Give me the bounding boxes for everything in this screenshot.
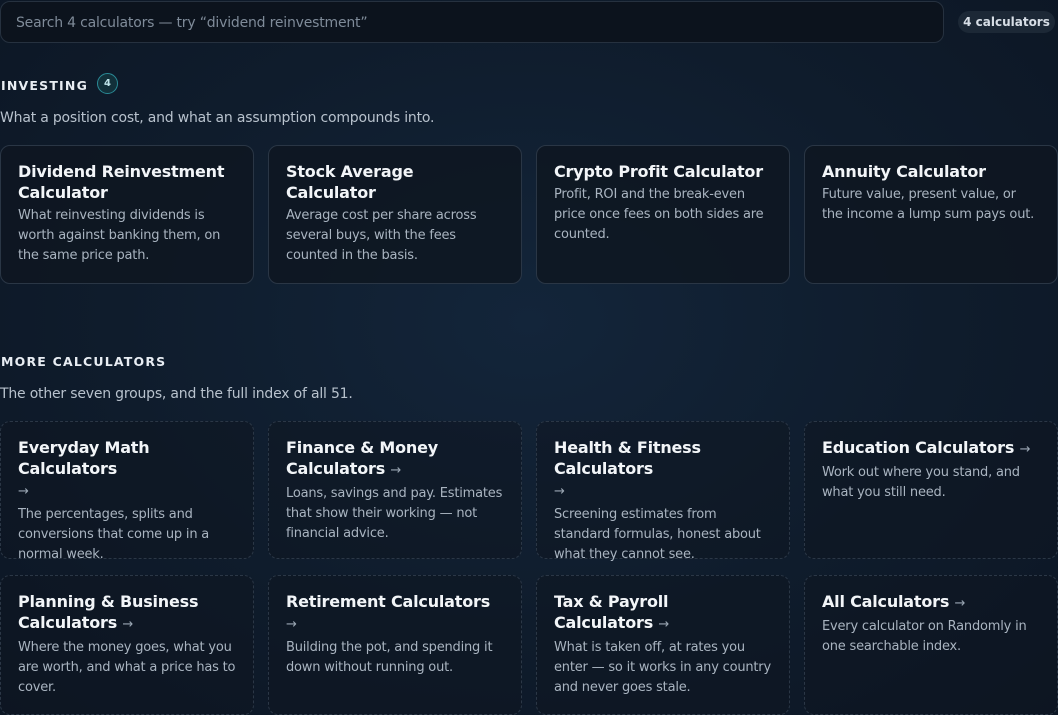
calculator-card-dividend-reinvestment[interactable]: Dividend Reinvestment Calculator What re…: [0, 145, 254, 284]
calculator-card-stock-average[interactable]: Stock Average Calculator Average cost pe…: [268, 145, 522, 284]
card-description: Loans, savings and pay. Estimates that s…: [286, 486, 503, 541]
arrow-right-icon: →: [390, 463, 402, 478]
card-description: Every calculator on Randomly in one sear…: [822, 619, 1027, 654]
card-description: What is taken off, at rates you enter — …: [554, 640, 771, 695]
card-title: Planning & Business Calculators →: [18, 592, 199, 632]
group-card-education[interactable]: Education Calculators → Work out where y…: [804, 421, 1058, 559]
card-description: Where the money goes, what you are worth…: [18, 640, 236, 695]
group-card-health-fitness[interactable]: Health & Fitness Calculators → Screening …: [536, 421, 790, 562]
arrow-right-icon: →: [554, 484, 565, 499]
card-description: Work out where you stand, and what you s…: [822, 465, 1020, 500]
card-title: Tax & Payroll Calculators →: [554, 592, 670, 632]
investing-heading: INVESTING: [1, 78, 89, 93]
card-title: Crypto Profit Calculator: [554, 162, 763, 181]
calculator-card-crypto-profit[interactable]: Crypto Profit Calculator Profit, ROI and…: [536, 145, 790, 284]
more-calculators-heading: MORE CALCULATORS: [1, 354, 167, 369]
card-title: Everyday Math Calculators →: [18, 438, 150, 499]
calculator-card-annuity[interactable]: Annuity Calculator Future value, present…: [804, 145, 1058, 284]
card-title: Dividend Reinvestment Calculator: [18, 162, 225, 202]
results-count-badge: 4 calculators: [958, 11, 1055, 33]
group-card-all-calculators[interactable]: All Calculators → Every calculator on Ra…: [804, 575, 1058, 715]
investing-description: What a position cost, and what an assump…: [0, 110, 435, 126]
card-title: Retirement Calculators →: [286, 592, 491, 632]
more-calculators-description: The other seven groups, and the full ind…: [0, 386, 353, 402]
search-input[interactable]: Search 4 calculators — try “dividend rei…: [0, 1, 944, 43]
card-description: Profit, ROI and the break-even price onc…: [554, 187, 764, 242]
card-title: Education Calculators →: [822, 438, 1031, 457]
arrow-right-icon: →: [122, 617, 134, 632]
group-card-planning-business[interactable]: Planning & Business Calculators → Where …: [0, 575, 254, 715]
card-title: Stock Average Calculator: [286, 162, 414, 202]
group-card-retirement[interactable]: Retirement Calculators → Building the po…: [268, 575, 522, 715]
group-card-everyday-math[interactable]: Everyday Math Calculators → The percentag…: [0, 421, 254, 562]
arrow-right-icon: →: [18, 484, 29, 499]
card-description: Average cost per share across several bu…: [286, 208, 477, 263]
card-title: Health & Fitness Calculators →: [554, 438, 701, 499]
card-description: Screening estimates from standard formul…: [554, 507, 761, 562]
card-title: All Calculators →: [822, 592, 966, 611]
arrow-right-icon: →: [1019, 442, 1031, 457]
card-description: What reinvesting dividends is worth agai…: [18, 208, 221, 263]
investing-count-badge: 4: [97, 73, 118, 94]
arrow-right-icon: →: [286, 617, 297, 632]
card-description: Future value, present value, or the inco…: [822, 187, 1035, 222]
group-card-finance-money[interactable]: Finance & Money Calculators → Loans, sav…: [268, 421, 522, 559]
card-title: Finance & Money Calculators →: [286, 438, 439, 478]
card-description: Building the pot, and spending it down w…: [286, 640, 493, 675]
arrow-right-icon: →: [954, 596, 966, 611]
arrow-right-icon: →: [658, 617, 670, 632]
card-description: The percentages, splits and conversions …: [18, 507, 210, 562]
group-card-tax-payroll[interactable]: Tax & Payroll Calculators → What is take…: [536, 575, 790, 715]
card-title: Annuity Calculator: [822, 162, 986, 181]
